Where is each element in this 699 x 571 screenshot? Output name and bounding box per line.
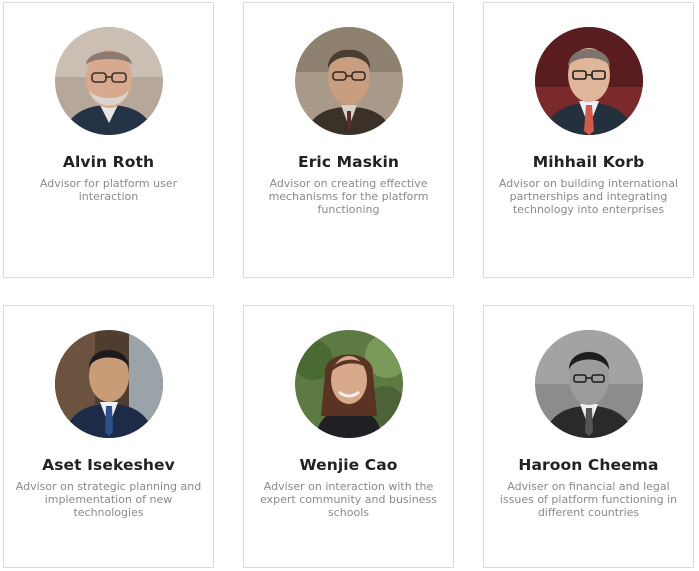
- advisor-card: Haroon Cheema Adviser on financial and l…: [483, 305, 694, 568]
- advisor-role: Adviser on financial and legal issues of…: [499, 480, 678, 519]
- advisor-name: Alvin Roth: [62, 153, 155, 171]
- advisor-name: Mihhail Korb: [532, 153, 645, 171]
- advisor-name: Wenjie Cao: [299, 456, 398, 474]
- person-photo-icon: [295, 27, 403, 135]
- person-photo-icon: [55, 330, 163, 438]
- advisor-role: Advisor for platform user interaction: [39, 177, 178, 203]
- advisor-name: Eric Maskin: [298, 153, 399, 171]
- advisor-card: Mihhail Korb Advisor on building interna…: [483, 2, 694, 278]
- advisor-photo: [295, 330, 403, 438]
- advisor-photo: [295, 27, 403, 135]
- advisor-name: Aset Isekeshev: [42, 456, 175, 474]
- advisor-card: Alvin Roth Advisor for platform user int…: [3, 2, 214, 278]
- advisor-name: Haroon Cheema: [518, 456, 659, 474]
- person-photo-icon: [535, 330, 643, 438]
- advisor-role: Advisor on building international partne…: [498, 177, 679, 216]
- advisor-role: Adviser on interaction with the expert c…: [260, 480, 437, 519]
- advisor-photo: [535, 330, 643, 438]
- advisor-card: Eric Maskin Advisor on creating effectiv…: [243, 2, 454, 278]
- person-photo-icon: [295, 330, 403, 438]
- advisor-photo: [55, 330, 163, 438]
- advisor-role: Advisor on creating effective mechanisms…: [268, 177, 429, 216]
- person-photo-icon: [55, 27, 163, 135]
- advisor-photo: [535, 27, 643, 135]
- advisor-photo: [55, 27, 163, 135]
- person-photo-icon: [535, 27, 643, 135]
- advisor-card: Wenjie Cao Adviser on interaction with t…: [243, 305, 454, 568]
- advisor-role: Advisor on strategic planning and implem…: [15, 480, 202, 519]
- advisor-card: Aset Isekeshev Advisor on strategic plan…: [3, 305, 214, 568]
